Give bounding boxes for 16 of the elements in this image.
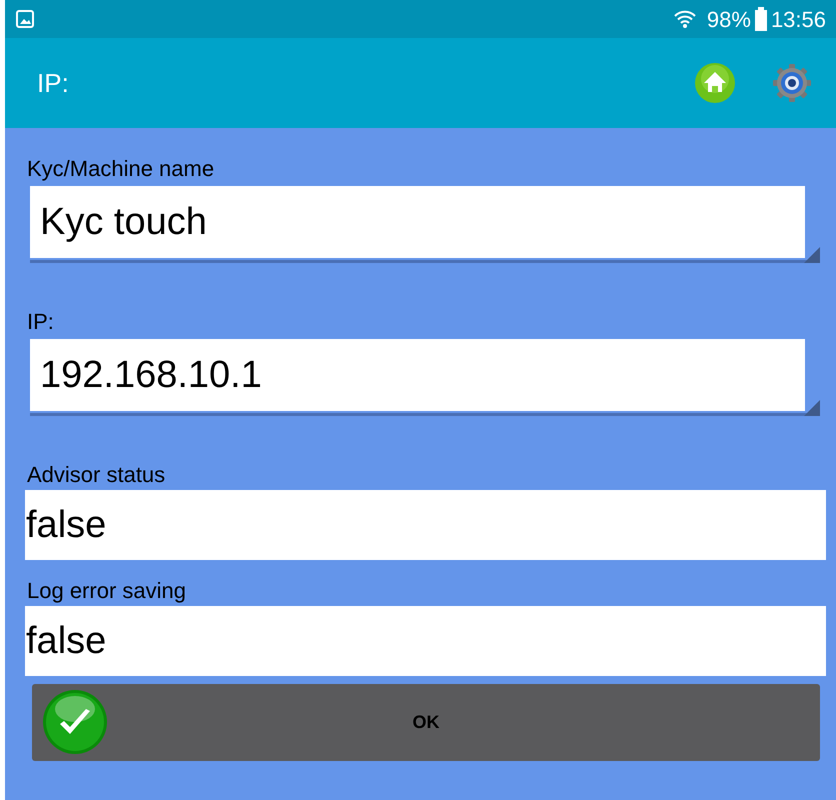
checkmark-icon	[42, 689, 108, 755]
input-field[interactable]: false	[25, 606, 826, 676]
field-label: Advisor status	[27, 461, 166, 489]
clock: 13:56	[770, 6, 826, 34]
field-label: IP:	[27, 308, 55, 336]
dropdown-corner-icon	[804, 247, 820, 263]
home-icon[interactable]	[694, 62, 736, 104]
dropdown-corner-icon	[804, 400, 820, 416]
app-title: IP:	[37, 66, 69, 100]
input-field[interactable]: false	[25, 490, 826, 560]
settings-icon[interactable]	[772, 63, 812, 103]
image-notification-icon	[15, 9, 35, 29]
field-label: Kyc/Machine name	[27, 155, 216, 183]
field-label: Log error saving	[27, 577, 187, 605]
battery-icon	[754, 7, 768, 31]
battery-percent: 98%	[706, 6, 751, 34]
